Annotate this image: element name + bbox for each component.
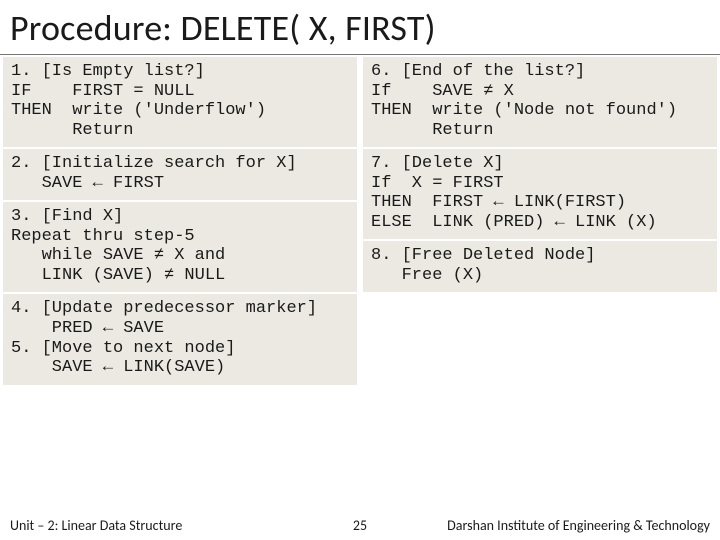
footer: Unit – 2: Linear Data Structure 25 Darsh… — [0, 517, 720, 536]
footer-page-number: 25 — [353, 517, 367, 534]
slide-title: Procedure: DELETE( X, FIRST) — [0, 0, 720, 55]
left-column: 1. [Is Empty list?] IF FIRST = NULL THEN… — [0, 55, 360, 387]
footer-right: Darshan Institute of Engineering & Techn… — [447, 517, 710, 534]
step-2: 2. [Initialize search for X] SAVE ← FIRS… — [3, 149, 357, 200]
content-columns: 1. [Is Empty list?] IF FIRST = NULL THEN… — [0, 55, 720, 387]
step-8: 8. [Free Deleted Node] Free (X) — [363, 241, 717, 292]
step-6: 6. [End of the list?] If SAVE ≠ X THEN w… — [363, 57, 717, 147]
footer-left: Unit – 2: Linear Data Structure — [10, 517, 182, 534]
right-column: 6. [End of the list?] If SAVE ≠ X THEN w… — [360, 55, 720, 387]
step-7: 7. [Delete X] If X = FIRST THEN FIRST ← … — [363, 149, 717, 239]
step-3: 3. [Find X] Repeat thru step-5 while SAV… — [3, 202, 357, 292]
step-1: 1. [Is Empty list?] IF FIRST = NULL THEN… — [3, 57, 357, 147]
step-4-5: 4. [Update predecessor marker] PRED ← SA… — [3, 294, 357, 384]
